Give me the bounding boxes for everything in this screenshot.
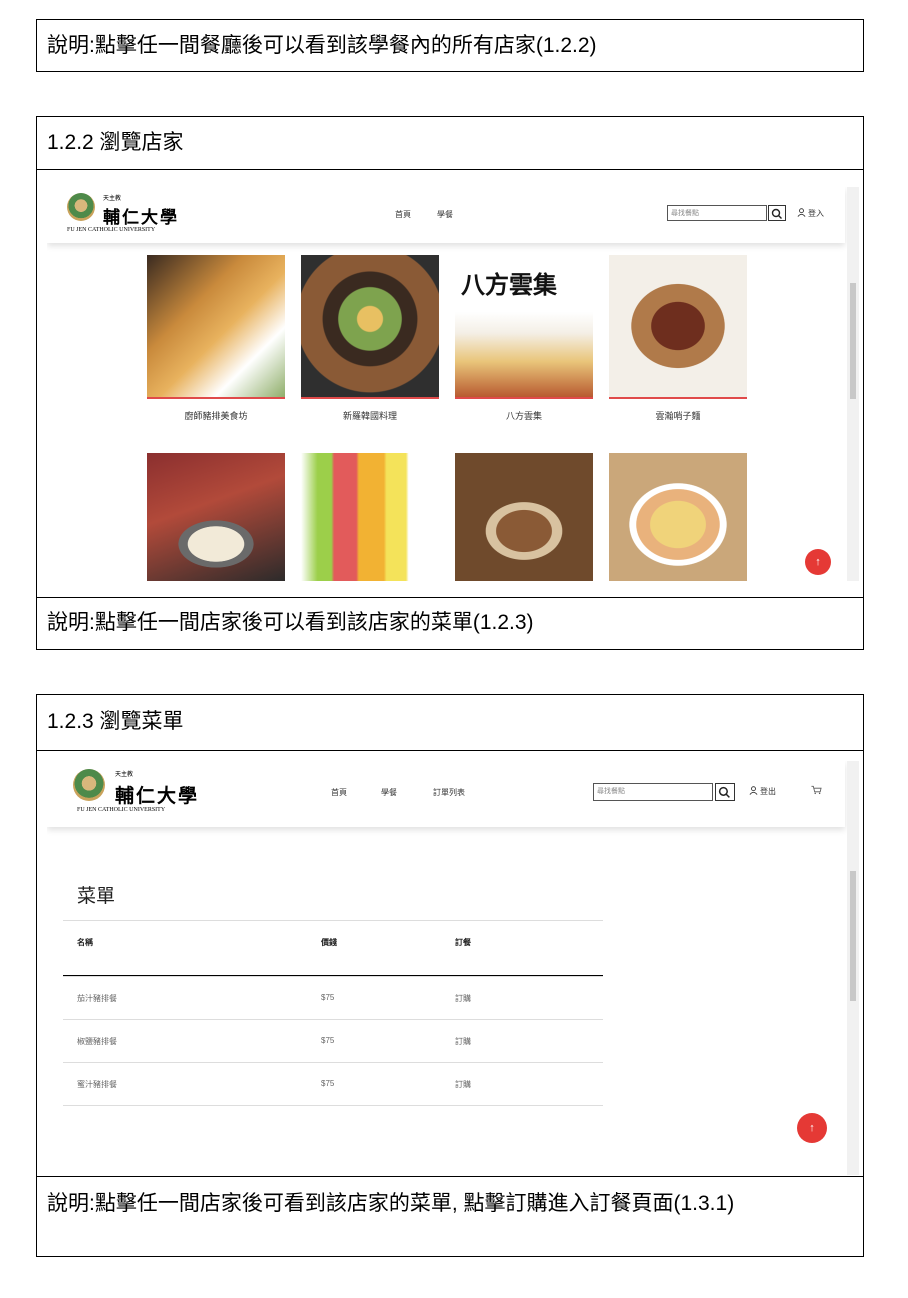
scroll-top-button[interactable]: ↑ (805, 549, 831, 575)
shop-underline (609, 397, 747, 399)
order-link[interactable]: 訂購 (455, 1036, 471, 1047)
shop-underline (147, 397, 285, 399)
shop-card[interactable] (301, 453, 439, 581)
search-input[interactable]: 尋找餐點 (593, 783, 713, 801)
nav-cafeteria[interactable]: 學餐 (381, 787, 397, 798)
order-link[interactable]: 訂購 (455, 993, 471, 1004)
logo-small-text: 天主教 (115, 771, 134, 778)
arrow-up-icon: ↑ (809, 1122, 815, 1134)
nav-cafeteria[interactable]: 學餐 (437, 209, 453, 220)
search-button[interactable] (715, 783, 735, 801)
note-top-text: 說明:點擊任一間餐廳後可以看到該學餐內的所有店家(1.2.2) (47, 34, 597, 57)
logout-link[interactable]: 登出 (749, 786, 776, 797)
order-link[interactable]: 訂購 (455, 1079, 471, 1090)
logo-name: 輔仁大學 (103, 208, 179, 228)
cart-button[interactable] (811, 785, 824, 796)
login-label: 登入 (808, 209, 824, 218)
shop-card[interactable] (147, 453, 285, 581)
item-price: $75 (321, 1079, 335, 1088)
shop-name: 新羅韓國料理 (342, 411, 397, 421)
seal-icon (67, 193, 95, 221)
shop-underline (455, 397, 593, 399)
logo-english: FU JEN CATHOLIC UNIVERSITY (77, 807, 166, 813)
table-row: 茄汁豬排餐 $75 訂購 (63, 976, 603, 1019)
university-logo[interactable]: 天主教 輔仁大學 FU JEN CATHOLIC UNIVERSITY (67, 193, 227, 239)
menu-title: 菜單 (77, 886, 116, 907)
search-icon (718, 786, 730, 798)
logout-label: 登出 (760, 787, 776, 796)
shop-underline (301, 397, 439, 399)
section-browse-menu: 1.2.3 瀏覽菜單 天主教 輔仁大學 FU JEN CATHOLIC UNIV… (36, 694, 864, 1257)
shop-image (455, 453, 593, 581)
shop-card[interactable]: 雲瀚哨子麵 (609, 255, 747, 422)
shop-card[interactable] (609, 453, 747, 581)
logo-name: 輔仁大學 (115, 785, 200, 807)
header-order: 訂餐 (455, 938, 471, 947)
shop-card[interactable]: 八方雲集 八方雲集 (455, 255, 593, 422)
shop-image (147, 255, 285, 397)
nav-orders[interactable]: 訂單列表 (433, 787, 465, 798)
shop-card[interactable] (455, 453, 593, 581)
section-title: 1.2.3 瀏覽菜單 (37, 695, 863, 751)
menu-table: 名稱 價錢 訂餐 茄汁豬排餐 $75 訂購 椒鹽豬排餐 $75 訂購 蜜汁豬排餐… (63, 920, 603, 1106)
shop-image (301, 255, 439, 397)
scrollbar-thumb[interactable] (850, 283, 856, 399)
search-input[interactable]: 尋找餐點 (667, 205, 767, 221)
shop-logo-text: 八方雲集 (461, 270, 557, 299)
arrow-up-icon: ↑ (815, 556, 821, 568)
shop-name: 雲瀚哨子麵 (655, 411, 701, 421)
nav-home[interactable]: 首頁 (331, 787, 347, 798)
user-icon (797, 208, 806, 217)
search-button[interactable] (768, 205, 786, 221)
logo-english: FU JEN CATHOLIC UNIVERSITY (67, 227, 156, 233)
user-icon (749, 786, 758, 795)
scroll-top-button[interactable]: ↑ (797, 1113, 827, 1143)
shop-image: 八方雲集 (455, 255, 593, 397)
scrollbar-thumb[interactable] (850, 871, 856, 1001)
section-browse-shops: 1.2.2 瀏覽店家 天主教 輔仁大學 FU JEN CATHOLIC UNIV… (36, 116, 864, 650)
table-row: 蜜汁豬排餐 $75 訂購 (63, 1062, 603, 1106)
shop-image (609, 255, 747, 397)
table-header: 名稱 價錢 訂餐 (63, 920, 603, 976)
item-name: 椒鹽豬排餐 (77, 1037, 117, 1046)
item-name: 茄汁豬排餐 (77, 994, 117, 1003)
search-icon (771, 208, 782, 219)
section-title: 1.2.2 瀏覽店家 (37, 117, 863, 170)
screenshot-menu: 天主教 輔仁大學 FU JEN CATHOLIC UNIVERSITY 首頁 學… (47, 761, 859, 1175)
nav-home[interactable]: 首頁 (395, 209, 411, 220)
shop-name: 八方雲集 (505, 411, 542, 421)
shop-card[interactable]: 廚師豬排美食坊 (147, 255, 285, 422)
scrollbar[interactable] (847, 187, 859, 581)
shop-image (147, 453, 285, 581)
item-price: $75 (321, 993, 335, 1002)
university-logo[interactable]: 天主教 輔仁大學 FU JEN CATHOLIC UNIVERSITY (73, 769, 233, 815)
shop-name: 廚師豬排美食坊 (184, 411, 248, 421)
item-name: 蜜汁豬排餐 (77, 1080, 117, 1089)
item-price: $75 (321, 1036, 335, 1045)
site-navbar: 天主教 輔仁大學 FU JEN CATHOLIC UNIVERSITY 首頁 學… (47, 187, 845, 243)
shop-image (301, 453, 439, 581)
scrollbar[interactable] (847, 761, 859, 1175)
header-name: 名稱 (77, 938, 93, 947)
cart-icon (811, 785, 822, 795)
table-row: 椒鹽豬排餐 $75 訂購 (63, 1019, 603, 1062)
shop-card[interactable]: 新羅韓國料理 (301, 255, 439, 422)
section-foot-note: 說明:點擊任一間店家後可以看到該店家的菜單(1.2.3) (37, 597, 863, 649)
shop-image (609, 453, 747, 581)
logo-small-text: 天主教 (103, 195, 122, 202)
site-navbar: 天主教 輔仁大學 FU JEN CATHOLIC UNIVERSITY 首頁 學… (47, 761, 845, 827)
section-foot-note: 說明:點擊任一間店家後可看到該店家的菜單, 點擊訂購進入訂餐頁面(1.3.1) (37, 1176, 863, 1256)
login-link[interactable]: 登入 (797, 208, 824, 219)
seal-icon (73, 769, 105, 801)
screenshot-shop-list: 天主教 輔仁大學 FU JEN CATHOLIC UNIVERSITY 首頁 學… (47, 187, 859, 581)
header-price: 價錢 (321, 938, 337, 947)
note-top-box: 說明:點擊任一間餐廳後可以看到該學餐內的所有店家(1.2.2) (36, 19, 864, 72)
